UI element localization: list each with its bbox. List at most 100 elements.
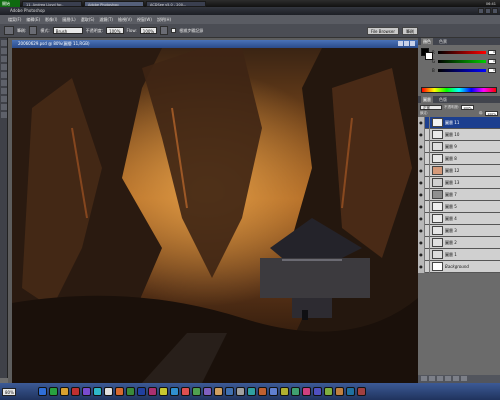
quick-launch-icon[interactable] — [269, 387, 278, 396]
layer-row[interactable]: ● 圖層 10 — [418, 128, 500, 141]
taskbar-item[interactable]: 11. Andrea Lloyd for.. — [22, 0, 82, 7]
new-layer-icon[interactable] — [453, 376, 459, 381]
eye-icon[interactable]: ● — [418, 212, 425, 225]
quick-launch-icon[interactable] — [335, 387, 344, 396]
eye-icon[interactable]: ● — [418, 188, 425, 201]
tab-file-browser[interactable]: File Browser — [366, 26, 399, 35]
layer-row[interactable]: ● 圖層 7 — [418, 188, 500, 201]
layer-row[interactable]: ● 圖層 3 — [418, 224, 500, 237]
brush-tool-icon[interactable] — [1, 80, 7, 86]
quick-launch-icon[interactable] — [159, 387, 168, 396]
quick-launch-icon[interactable] — [104, 387, 113, 396]
zoom-field[interactable]: 80% — [2, 387, 16, 396]
layer-row[interactable]: ● Background — [418, 260, 500, 273]
move-tool-icon[interactable] — [1, 40, 7, 46]
layer-link-icon[interactable] — [425, 224, 430, 237]
layer-style-icon[interactable] — [421, 376, 427, 381]
doc-minimize-button[interactable] — [398, 41, 403, 46]
layer-row[interactable]: ● 圖層 1 — [418, 248, 500, 261]
layer-link-icon[interactable] — [425, 176, 430, 189]
tab-brushes[interactable]: 筆刷 — [402, 26, 418, 35]
menu-view[interactable]: 檢視(V) — [118, 17, 132, 23]
blue-value[interactable]: 0 — [488, 67, 496, 73]
quick-launch-icon[interactable] — [60, 387, 69, 396]
layer-link-icon[interactable] — [425, 188, 430, 201]
layer-row[interactable]: ● 圖層 4 — [418, 212, 500, 225]
layer-row[interactable]: ● 圖層 2 — [418, 236, 500, 249]
tab-channels[interactable]: 色版 — [437, 96, 449, 103]
stamp-tool-icon[interactable] — [1, 88, 7, 94]
quick-launch-icon[interactable] — [192, 387, 201, 396]
layer-link-icon[interactable] — [425, 116, 430, 129]
red-slider[interactable]: R 0 — [432, 49, 496, 55]
start-button[interactable]: 開始 — [0, 0, 20, 7]
blend-mode-select[interactable]: 正常 — [420, 104, 442, 110]
layer-link-icon[interactable] — [425, 236, 430, 249]
new-set-icon[interactable] — [437, 376, 443, 381]
brush-tool-icon[interactable] — [4, 26, 14, 35]
layer-opacity-field[interactable]: 100% — [461, 104, 474, 110]
close-button[interactable] — [492, 8, 498, 14]
quick-launch-icon[interactable] — [82, 387, 91, 396]
layer-row[interactable]: ● 圖層 8 — [418, 152, 500, 165]
menu-file[interactable]: 檔案(F) — [8, 17, 21, 23]
fill-field[interactable]: 100% — [485, 110, 498, 116]
flow-field[interactable]: 100% — [139, 27, 158, 34]
eye-icon[interactable]: ● — [418, 116, 425, 129]
lasso-tool-icon[interactable] — [1, 56, 7, 62]
quick-launch-icon[interactable] — [258, 387, 267, 396]
mode-select[interactable]: Brush — [52, 27, 83, 34]
quick-launch-icon[interactable] — [280, 387, 289, 396]
quick-launch-icon[interactable] — [93, 387, 102, 396]
wand-tool-icon[interactable] — [1, 64, 7, 70]
eye-icon[interactable]: ● — [418, 152, 425, 165]
quick-launch-icon[interactable] — [115, 387, 124, 396]
marquee-tool-icon[interactable] — [1, 48, 7, 54]
quick-launch-icon[interactable] — [214, 387, 223, 396]
eye-icon[interactable]: ● — [418, 200, 425, 213]
menu-window[interactable]: 視窗(W) — [137, 17, 152, 23]
tab-layers[interactable]: 圖層 — [421, 96, 433, 103]
layer-link-icon[interactable] — [425, 200, 430, 213]
eye-icon[interactable]: ● — [418, 164, 425, 177]
quick-launch-icon[interactable] — [313, 387, 322, 396]
green-value[interactable]: 0 — [488, 58, 496, 64]
quick-launch-icon[interactable] — [38, 387, 47, 396]
layer-link-icon[interactable] — [425, 140, 430, 153]
eye-icon[interactable]: ● — [418, 176, 425, 189]
eye-icon[interactable]: ● — [418, 248, 425, 261]
layer-row[interactable]: ● 圖層 11 — [418, 116, 500, 129]
layer-link-icon[interactable] — [425, 164, 430, 177]
eraser-tool-icon[interactable] — [1, 96, 7, 102]
maximize-button[interactable] — [485, 8, 491, 14]
trash-icon[interactable] — [461, 376, 467, 381]
layer-row[interactable]: ● 圖層 9 — [418, 140, 500, 153]
layer-link-icon[interactable] — [425, 152, 430, 165]
layer-link-icon[interactable] — [425, 248, 430, 261]
layer-mask-icon[interactable] — [429, 376, 435, 381]
tab-swatches[interactable]: 色票 — [437, 38, 449, 45]
menu-image[interactable]: 影像(I) — [45, 17, 57, 23]
menu-layer[interactable]: 圖層(L) — [62, 17, 75, 23]
quick-launch-icon[interactable] — [302, 387, 311, 396]
opacity-field[interactable]: 100% — [106, 27, 124, 34]
quick-launch-icon[interactable] — [346, 387, 355, 396]
doc-close-button[interactable] — [410, 41, 415, 46]
layer-link-icon[interactable] — [425, 260, 430, 273]
quick-launch-icon[interactable] — [236, 387, 245, 396]
text-tool-icon[interactable] — [1, 112, 7, 118]
quick-launch-icon[interactable] — [49, 387, 58, 396]
quick-launch-icon[interactable] — [137, 387, 146, 396]
layer-row[interactable]: ● 圖層 13 — [418, 176, 500, 189]
layer-row[interactable]: ● 圖層 5 — [418, 200, 500, 213]
quick-launch-icon[interactable] — [324, 387, 333, 396]
quick-launch-icon[interactable] — [203, 387, 212, 396]
quick-launch-icon[interactable] — [181, 387, 190, 396]
adjustment-layer-icon[interactable] — [445, 376, 451, 381]
eye-icon[interactable]: ● — [418, 236, 425, 249]
layer-row[interactable]: ● 圖層 12 — [418, 164, 500, 177]
quick-launch-icon[interactable] — [225, 387, 234, 396]
menu-edit[interactable]: 編輯(E) — [26, 17, 40, 23]
history-checkbox[interactable] — [171, 28, 177, 33]
eye-icon[interactable]: ● — [418, 260, 425, 273]
